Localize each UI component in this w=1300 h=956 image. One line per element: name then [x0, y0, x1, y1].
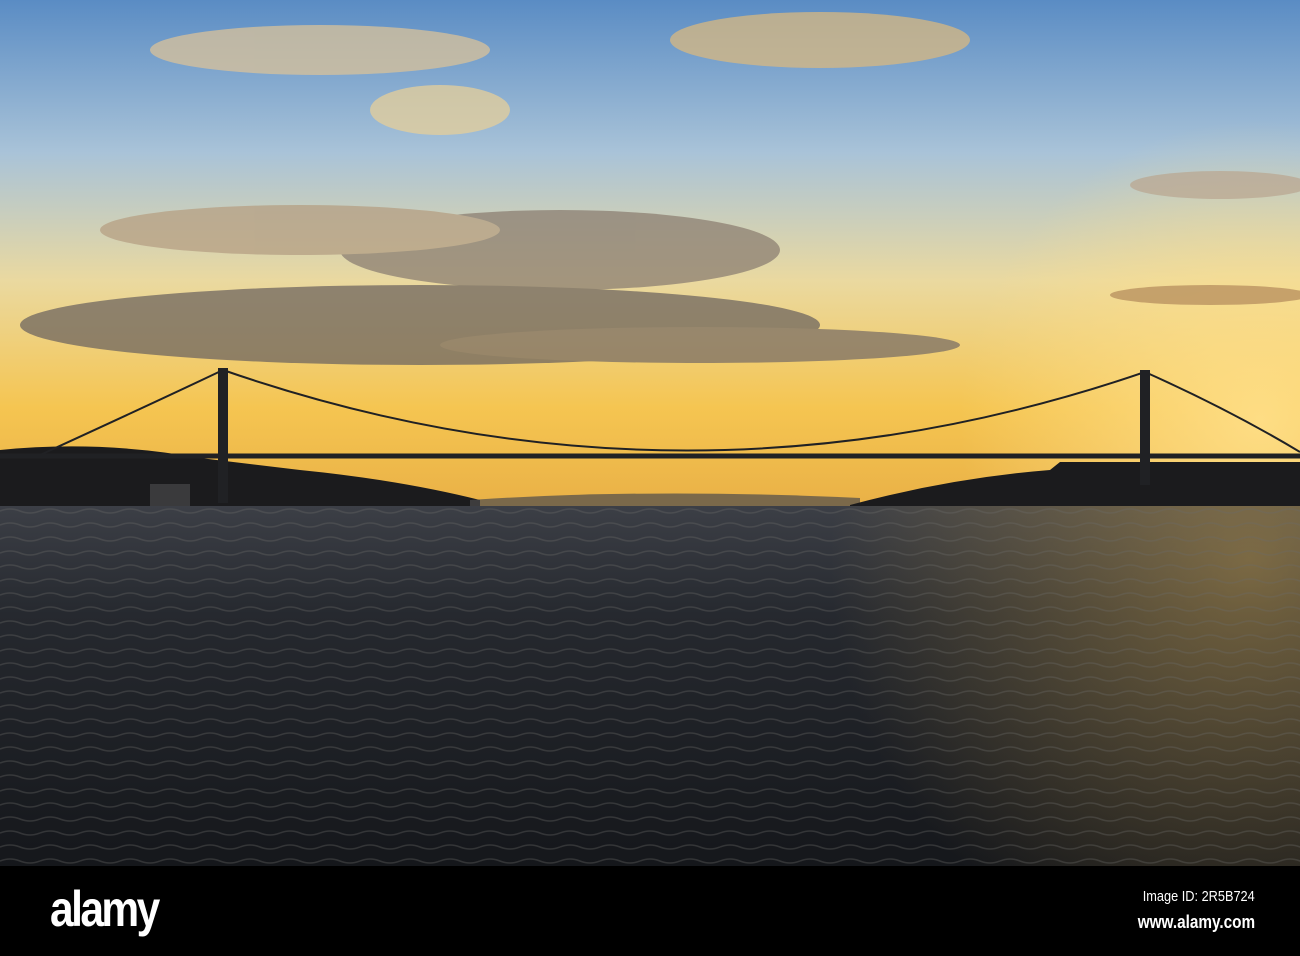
- sunset-bridge-photo: [0, 0, 1300, 866]
- alamy-logo: alamy: [50, 881, 160, 937]
- watermark-bar: alamy Image ID: 2R5B724 www.alamy.com: [0, 866, 1300, 956]
- image-id: Image ID: 2R5B724: [1143, 888, 1255, 905]
- site-url: www.alamy.com: [1137, 912, 1255, 932]
